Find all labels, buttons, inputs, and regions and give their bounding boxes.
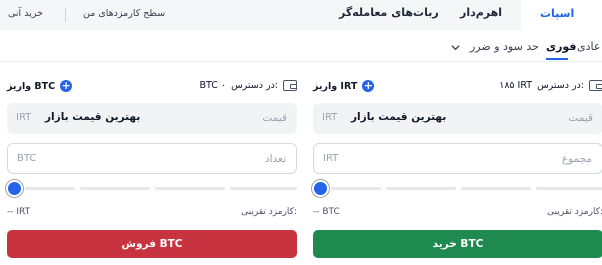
sell-fee-value: -- IRT (7, 207, 31, 217)
sell-price-label: قیمت (262, 112, 287, 124)
buy-price-label: قیمت (568, 112, 593, 124)
slider-segment (25, 187, 75, 190)
plus-icon: + (362, 79, 375, 92)
wallet-icon (589, 80, 602, 91)
buy-panel: ۱۸۵ IRT در دسترس: واریز IRT + IRT بهترین… (313, 0, 602, 265)
sell-panel: BTC ۰ در دسترس: واریز BTC + IRT بهترین ق… (7, 0, 297, 265)
buy-price-field[interactable]: IRT بهترین قیمت بازار قیمت (313, 103, 602, 134)
buy-available-value: ۱۸۵ IRT (499, 80, 533, 91)
sell-btc-button[interactable]: فروش BTC (7, 230, 297, 258)
sell-amount-input[interactable]: BTC تعداد (7, 143, 297, 174)
buy-total-input[interactable]: IRT مجموع (313, 143, 602, 174)
sell-price-unit: IRT (16, 112, 32, 123)
buy-fee-value: -- BTC (313, 207, 340, 217)
slider-handle[interactable] (314, 182, 327, 195)
sell-available-value: BTC ۰ (199, 80, 227, 91)
sell-price-value: بهترین قیمت بازار (45, 111, 141, 123)
slider-segment (331, 187, 381, 190)
slider-segment (536, 187, 602, 190)
buy-amount-slider[interactable] (313, 181, 602, 195)
sell-price-field[interactable]: IRT بهترین قیمت بازار قیمت (7, 103, 297, 134)
buy-price-value: بهترین قیمت بازار (351, 111, 447, 123)
buy-total-unit: IRT (323, 153, 339, 164)
buy-price-unit: IRT (322, 112, 338, 123)
sell-deposit-button[interactable]: واریز BTC + (7, 79, 73, 92)
sell-amount-slider[interactable] (7, 181, 297, 195)
buy-deposit-label: واریز IRT (313, 80, 358, 92)
sell-amount-unit: BTC (17, 153, 37, 164)
sell-deposit-label: واریز BTC (7, 80, 56, 92)
buy-btc-button[interactable]: خرید BTC (313, 230, 602, 258)
buy-fee-label: کارمزد تقریبی: (547, 207, 602, 217)
wallet-icon (283, 80, 297, 91)
slider-segment (386, 187, 456, 190)
slider-segment (230, 187, 297, 190)
plus-icon: + (60, 79, 73, 92)
buy-available-balance: ۱۸۵ IRT در دسترس: (499, 80, 602, 91)
buy-available-label: در دسترس: (537, 80, 584, 91)
slider-segment (155, 187, 225, 190)
sell-amount-label: تعداد (264, 153, 286, 165)
sell-available-label: در دسترس: (231, 80, 278, 91)
slider-segment (80, 187, 150, 190)
sell-available-balance: BTC ۰ در دسترس: (200, 80, 297, 91)
slider-handle[interactable] (8, 182, 21, 195)
buy-deposit-button[interactable]: واریز IRT + (313, 79, 375, 92)
sell-fee-label: کارمزد تقریبی: (241, 207, 297, 217)
buy-total-label: مجموع (561, 153, 592, 165)
slider-segment (461, 187, 531, 190)
